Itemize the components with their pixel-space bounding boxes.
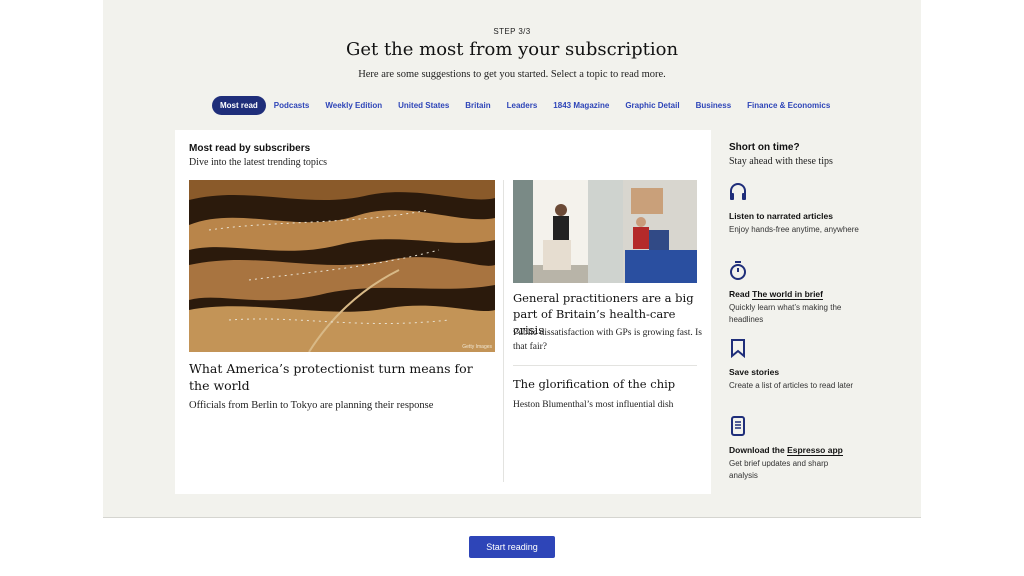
tab-weekly-edition[interactable]: Weekly Edition	[317, 96, 390, 115]
headphones-icon	[730, 183, 746, 200]
tip-title: Read The world in brief	[729, 289, 859, 300]
article-divider	[513, 365, 697, 366]
bookmark-icon	[731, 339, 745, 359]
tip-save-stories[interactable]: Save stories Create a list of articles t…	[729, 338, 859, 392]
main-article-image[interactable]: Getty Images	[189, 180, 495, 352]
image-credit: Getty Images	[462, 344, 492, 350]
side-article-image[interactable]	[513, 180, 697, 283]
tab-leaders[interactable]: Leaders	[499, 96, 546, 115]
topic-tabs: Most read Podcasts Weekly Edition United…	[212, 96, 838, 115]
tab-most-read[interactable]: Most read	[212, 96, 266, 115]
side-article-description: Public dissatisfaction with GPs is growi…	[513, 328, 702, 352]
second-side-article-description: Heston Blumenthal’s most influential dis…	[513, 400, 674, 410]
tip-title: Listen to narrated articles	[729, 211, 833, 221]
tab-britain[interactable]: Britain	[457, 96, 498, 115]
card-title: Most read by subscribers	[189, 143, 311, 154]
tab-1843-magazine[interactable]: 1843 Magazine	[545, 96, 617, 115]
most-read-card: Most read by subscribers Dive into the l…	[175, 130, 711, 494]
world-in-brief-link[interactable]: The world in brief	[752, 289, 823, 300]
tip-title: Save stories	[729, 367, 780, 377]
tip-espresso-app[interactable]: Download the Espresso app Get brief upda…	[729, 416, 859, 482]
main-article-headline[interactable]: What America’s protectionist turn means …	[189, 360, 495, 394]
tip-description: Get brief updates and sharp analysis	[729, 459, 829, 480]
tab-business[interactable]: Business	[688, 96, 740, 115]
tip-title: Download the Espresso app	[729, 445, 859, 456]
tip-description: Create a list of articles to read later	[729, 381, 854, 390]
tips-title: Short on time?	[729, 142, 800, 153]
page-title: Get the most from your subscription	[345, 39, 679, 60]
card-subtitle: Dive into the latest trending topics	[189, 157, 328, 168]
tip-title-prefix: Read	[729, 289, 753, 299]
main-article-description: Officials from Berlin to Tokyo are plann…	[189, 400, 434, 411]
tab-podcasts[interactable]: Podcasts	[266, 96, 318, 115]
tips-subtitle: Stay ahead with these tips	[729, 156, 833, 167]
tip-narrated[interactable]: Listen to narrated articles Enjoy hands-…	[729, 182, 859, 236]
tab-graphic-detail[interactable]: Graphic Detail	[617, 96, 687, 115]
phone-icon	[731, 416, 745, 436]
tip-title-prefix: Download the	[729, 445, 788, 455]
tab-united-states[interactable]: United States	[390, 96, 457, 115]
tip-description: Enjoy hands-free anytime, anywhere	[729, 225, 859, 234]
card-header: Most read by subscribers Dive into the l…	[189, 143, 327, 168]
start-reading-button[interactable]: Start reading	[469, 536, 555, 558]
page-subtitle: Here are some suggestions to get you sta…	[358, 69, 666, 80]
tab-finance-economics[interactable]: Finance & Economics	[739, 96, 838, 115]
tip-world-in-brief[interactable]: Read The world in brief Quickly learn wh…	[729, 260, 859, 326]
stopwatch-icon	[730, 261, 746, 280]
tips-section: Short on time? Stay ahead with these tip…	[729, 142, 859, 480]
column-divider	[503, 180, 504, 482]
step-indicator: STEP 3/3	[493, 27, 531, 36]
second-side-article-headline[interactable]: The glorification of the chip	[513, 377, 703, 391]
tip-description: Quickly learn what’s making the headline…	[729, 303, 842, 324]
espresso-app-link[interactable]: Espresso app	[787, 445, 843, 456]
